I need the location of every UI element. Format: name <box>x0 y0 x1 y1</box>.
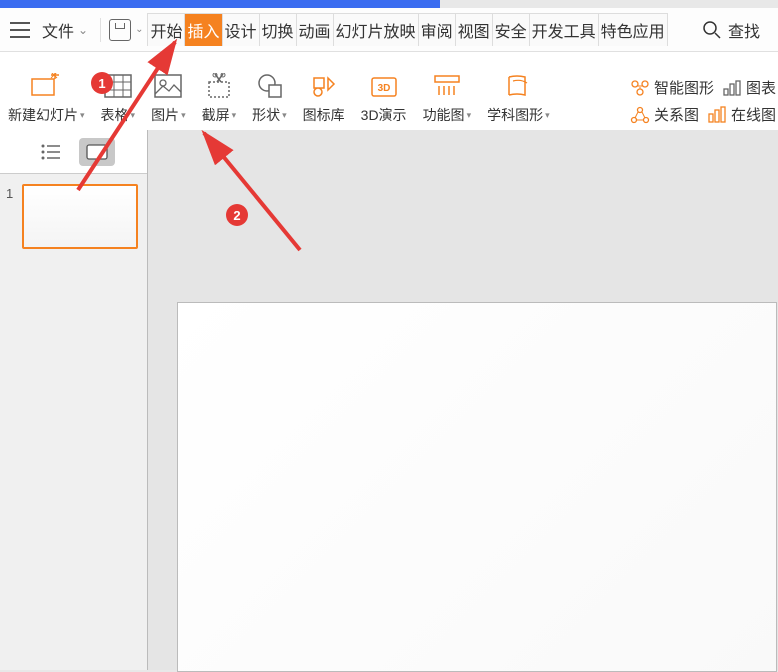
title-bar-strip <box>0 0 440 8</box>
ribbon-label: 学科图形 <box>487 105 543 125</box>
ribbon-label: 新建幻灯片 <box>8 105 78 125</box>
annotation-badge-2: 2 <box>226 204 248 226</box>
ribbon-relation[interactable]: 关系图 <box>630 104 699 125</box>
annotation-badge-1: 1 <box>91 72 113 94</box>
ribbon-label: 功能图 <box>423 105 465 125</box>
ribbon-shapes[interactable]: 形状▾ <box>244 71 295 125</box>
3d-icon: 3D <box>368 71 400 101</box>
slide-canvas[interactable] <box>177 302 777 672</box>
tab-transition[interactable]: 切换 <box>260 13 297 46</box>
smart-graphic-icon <box>630 79 650 97</box>
new-slide-icon <box>30 71 62 101</box>
outline-view-button[interactable] <box>33 138 69 166</box>
ribbon-label: 形状 <box>252 105 280 125</box>
ribbon-label: 表格 <box>101 105 129 125</box>
chevron-down-icon: ▾ <box>467 110 472 121</box>
ribbon-label: 截屏 <box>202 105 230 125</box>
ribbon: 新建幻灯片▾ 表格▾ 图片▾ 截屏▾ 形状▾ 图标库 3D 3D演示 <box>0 52 778 130</box>
chevron-down-icon: ▾ <box>232 110 237 121</box>
ribbon-label: 智能图形 <box>654 77 714 98</box>
chevron-down-icon: ▾ <box>181 110 186 121</box>
search-icon <box>702 20 722 40</box>
thumbnail-view-button[interactable] <box>79 138 115 166</box>
subject-icon <box>502 71 534 101</box>
search-label: 查找 <box>728 18 760 42</box>
ribbon-online[interactable]: 在线图 <box>707 104 776 125</box>
file-menu[interactable]: 文件 ⌄ <box>36 18 94 42</box>
main-area: 1 <box>0 130 778 670</box>
shapes-icon <box>253 71 285 101</box>
ribbon-tabs: 开始 插入 设计 切换 动画 幻灯片放映 审阅 视图 安全 开发工具 特色应用 <box>147 13 667 46</box>
ribbon-3d[interactable]: 3D 3D演示 <box>353 71 415 125</box>
picture-icon <box>152 71 184 101</box>
ribbon-label: 3D演示 <box>361 105 407 125</box>
ribbon-icon-library[interactable]: 图标库 <box>295 71 353 125</box>
tab-view[interactable]: 视图 <box>456 13 493 46</box>
ribbon-chart[interactable]: 图表 <box>722 77 776 98</box>
ribbon-screenshot[interactable]: 截屏▾ <box>194 71 245 125</box>
online-icon <box>707 106 727 124</box>
file-menu-label: 文件 <box>42 18 74 42</box>
chevron-down-icon: ▾ <box>545 110 550 121</box>
outline-icon <box>40 143 62 161</box>
ribbon-subject-graphic[interactable]: 学科图形▾ <box>479 71 558 125</box>
chevron-down-icon: ▾ <box>80 110 85 121</box>
ribbon-right-group: 智能图形 图表 关系图 在线图 <box>630 77 778 125</box>
slide-number: 1 <box>6 186 16 201</box>
tab-insert[interactable]: 插入 <box>185 13 222 46</box>
ribbon-function-diagram[interactable]: 功能图▾ <box>415 71 480 125</box>
screenshot-icon <box>203 71 235 101</box>
ribbon-new-slide[interactable]: 新建幻灯片▾ <box>0 71 93 125</box>
tab-animation[interactable]: 动画 <box>297 13 334 46</box>
tab-start[interactable]: 开始 <box>147 13 185 46</box>
chart-icon <box>722 79 742 97</box>
ribbon-label: 在线图 <box>731 104 776 125</box>
slide-thumbnail-entry[interactable]: 1 <box>6 184 141 249</box>
thumbnail-icon <box>85 143 109 161</box>
ribbon-label: 图标库 <box>303 105 345 125</box>
chevron-down-icon: ▾ <box>131 110 136 121</box>
slide-sidebar: 1 <box>0 130 148 670</box>
ribbon-label: 图表 <box>746 77 776 98</box>
ribbon-label: 关系图 <box>654 104 699 125</box>
tab-design[interactable]: 设计 <box>223 13 260 46</box>
search-button[interactable]: 查找 <box>702 18 774 42</box>
function-icon <box>431 71 463 101</box>
separator <box>100 18 101 42</box>
ribbon-label: 图片 <box>151 105 179 125</box>
chevron-down-icon: ⌄ <box>78 23 88 37</box>
tab-review[interactable]: 审阅 <box>419 13 456 46</box>
save-dropdown-icon[interactable]: ⌄ <box>135 24 143 35</box>
relation-icon <box>630 106 650 124</box>
menu-bar: 文件 ⌄ ⌄ 开始 插入 设计 切换 动画 幻灯片放映 审阅 视图 安全 开发工… <box>0 8 778 52</box>
hamburger-icon[interactable] <box>10 22 30 38</box>
slide-thumbnail <box>22 184 138 249</box>
tab-devtools[interactable]: 开发工具 <box>530 13 599 46</box>
chevron-down-icon: ▾ <box>282 110 287 121</box>
tab-featured[interactable]: 特色应用 <box>599 13 668 46</box>
ribbon-picture[interactable]: 图片▾ <box>143 71 194 125</box>
svg-text:3D: 3D <box>377 83 390 94</box>
save-icon[interactable] <box>109 19 131 41</box>
ribbon-smart-graphic[interactable]: 智能图形 <box>630 77 714 98</box>
tab-slideshow[interactable]: 幻灯片放映 <box>334 13 419 46</box>
slide-list: 1 <box>0 174 147 259</box>
icon-library-icon <box>308 71 340 101</box>
tab-security[interactable]: 安全 <box>493 13 530 46</box>
view-toggle <box>0 130 147 174</box>
